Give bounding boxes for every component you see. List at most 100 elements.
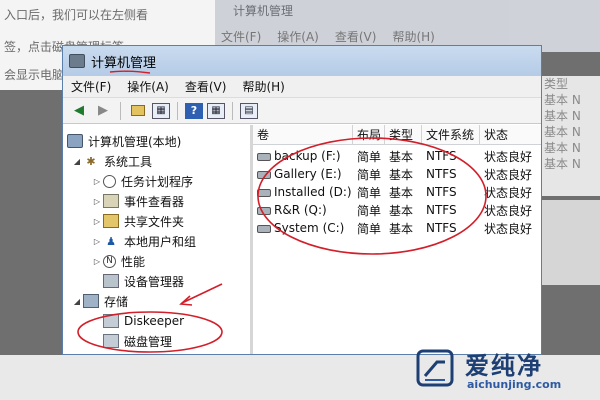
device-manager-icon	[103, 274, 119, 288]
menu-bar: 文件(F) 操作(A) 查看(V) 帮助(H)	[63, 76, 541, 98]
expand-arrow-icon[interactable]: ▷	[91, 197, 103, 206]
expand-arrow-icon[interactable]: ▷	[91, 217, 103, 226]
tree-item-label: 本地用户和组	[124, 234, 197, 249]
status-cell: 状态良好	[484, 167, 533, 182]
up-folder-icon[interactable]	[128, 102, 148, 120]
menu-help[interactable]: 帮助(H)	[242, 78, 284, 95]
volume-name: backup (F:)	[274, 149, 341, 163]
toolbar-separator	[232, 101, 233, 120]
column-header-status[interactable]: 状态	[480, 125, 540, 145]
tree-item-label: 性能	[121, 254, 146, 269]
help-icon[interactable]: ?	[185, 102, 203, 119]
toolbar-separator	[120, 101, 121, 120]
expand-arrow-icon[interactable]: ▷	[91, 237, 103, 246]
column-header-type[interactable]: 类型	[385, 125, 422, 145]
volume-name-cell: System (C:)	[253, 221, 353, 235]
ghost-right-cell: 基本	[544, 109, 569, 123]
tree-item-storage[interactable]: ◢ 存储	[63, 291, 250, 311]
watermark-name: 爱纯净	[465, 352, 543, 380]
tree-item-device-manager[interactable]: 设备管理器	[63, 271, 250, 291]
tree-item-label: 设备管理器	[124, 274, 185, 289]
tree-item-label: 计算机管理(本地)	[88, 134, 182, 149]
collapse-arrow-icon[interactable]: ◢	[71, 157, 83, 166]
volume-name: Installed (D:)	[274, 185, 352, 199]
volume-name: R&R (Q:)	[274, 203, 327, 217]
volume-rows: backup (F:) 简单 基本 NTFS 状态良好 Gallery (E:)…	[253, 145, 541, 237]
ghost-right-suffix: N	[571, 109, 581, 123]
drive-icon	[257, 188, 271, 197]
title-bar[interactable]: 计算机管理	[63, 46, 541, 76]
forward-arrow-icon[interactable]: ▶	[93, 102, 113, 120]
ghost-menu-item: 帮助(H)	[392, 30, 435, 44]
ghost-right-bottom	[540, 200, 600, 285]
tree-item-task-scheduler[interactable]: ▷ 任务计划程序	[63, 171, 250, 191]
back-arrow-icon[interactable]: ◀	[69, 102, 89, 120]
clock-icon	[103, 174, 116, 188]
navigation-tree: 计算机管理(本地) ◢ ✱ 系统工具 ▷ 任务计划程序 ▷ 事件查看器 ▷ 共享…	[63, 125, 253, 354]
layout-cell: 简单	[357, 203, 382, 218]
table-row[interactable]: System (C:) 简单 基本 NTFS 状态良好	[253, 219, 541, 237]
computer-management-icon	[69, 54, 85, 68]
menu-view[interactable]: 查看(V)	[185, 78, 227, 95]
filesystem-cell: NTFS	[426, 167, 457, 181]
volume-name-cell: Installed (D:)	[253, 185, 353, 199]
expand-arrow-icon[interactable]: ▷	[91, 257, 103, 266]
layout-cell: 简单	[357, 149, 382, 164]
watermark-logo-icon	[416, 349, 454, 387]
watermark-url: aichunjing.com	[467, 378, 562, 391]
storage-icon	[83, 294, 99, 308]
tree-item-shared-folders[interactable]: ▷ 共享文件夹	[63, 211, 250, 231]
drive-icon	[257, 170, 271, 179]
filesystem-cell: NTFS	[426, 221, 457, 235]
column-header-layout[interactable]: 布局	[353, 125, 385, 145]
layout-cell: 简单	[357, 221, 382, 236]
table-row[interactable]: R&R (Q:) 简单 基本 NTFS 状态良好	[253, 201, 541, 219]
ghost-right-suffix: N	[571, 141, 581, 155]
filesystem-cell: NTFS	[426, 203, 457, 217]
menu-action[interactable]: 操作(A)	[127, 78, 169, 95]
column-header-filesystem[interactable]: 文件系统	[422, 125, 480, 145]
disk-management-icon	[103, 334, 119, 348]
ghost-right-cell: 基本	[544, 125, 569, 139]
volume-list: 卷 布局 类型 文件系统 状态 backup (F:) 简单 基本 NTFS 状…	[253, 125, 541, 354]
drive-icon	[257, 206, 271, 215]
tree-item-root[interactable]: 计算机管理(本地)	[63, 131, 250, 151]
drive-icon	[257, 152, 271, 161]
tree-item-performance[interactable]: ▷ N 性能	[63, 251, 250, 271]
collapse-arrow-icon[interactable]: ◢	[71, 297, 83, 306]
table-row[interactable]: backup (F:) 简单 基本 NTFS 状态良好	[253, 147, 541, 165]
type-cell: 基本	[389, 203, 414, 218]
ghost-menu-item: 查看(V)	[334, 30, 377, 44]
status-cell: 状态良好	[484, 149, 533, 164]
toolbar-separator	[177, 101, 178, 120]
tree-item-label: Diskeeper	[124, 314, 185, 328]
performance-icon: N	[103, 254, 116, 268]
status-cell: 状态良好	[484, 203, 533, 218]
drive-icon	[257, 224, 271, 233]
tree-item-label: 共享文件夹	[124, 214, 185, 229]
volume-name-cell: Gallery (E:)	[253, 167, 353, 181]
ghost-menu-item: 文件(F)	[221, 30, 262, 44]
type-cell: 基本	[389, 185, 414, 200]
show-hide-tree-icon[interactable]: ▦	[152, 102, 170, 119]
table-row[interactable]: Gallery (E:) 简单 基本 NTFS 状态良好	[253, 165, 541, 183]
ghost-right-cell: 基本	[544, 157, 569, 171]
table-row[interactable]: Installed (D:) 简单 基本 NTFS 状态良好	[253, 183, 541, 201]
tree-item-event-viewer[interactable]: ▷ 事件查看器	[63, 191, 250, 211]
column-header-volume[interactable]: 卷	[253, 125, 353, 145]
ghost-right-suffix: N	[571, 125, 581, 139]
tree-item-label: 任务计划程序	[121, 174, 194, 189]
tree-item-local-users[interactable]: ▷ ♟ 本地用户和组	[63, 231, 250, 251]
properties-icon[interactable]: ▦	[207, 102, 225, 119]
window-title: 计算机管理	[91, 55, 157, 71]
tree-item-system-tools[interactable]: ◢ ✱ 系统工具	[63, 151, 250, 171]
content-area: 计算机管理(本地) ◢ ✱ 系统工具 ▷ 任务计划程序 ▷ 事件查看器 ▷ 共享…	[63, 125, 541, 354]
tools-icon: ✱	[86, 154, 96, 168]
expand-arrow-icon[interactable]: ▷	[91, 177, 103, 186]
export-icon[interactable]: ▤	[240, 102, 258, 119]
menu-file[interactable]: 文件(F)	[71, 78, 111, 95]
type-cell: 基本	[389, 149, 414, 164]
tree-item-diskeeper[interactable]: Diskeeper	[63, 311, 250, 331]
ghost-right-suffix: N	[571, 157, 581, 171]
tree-item-disk-management[interactable]: 磁盘管理	[63, 331, 250, 351]
